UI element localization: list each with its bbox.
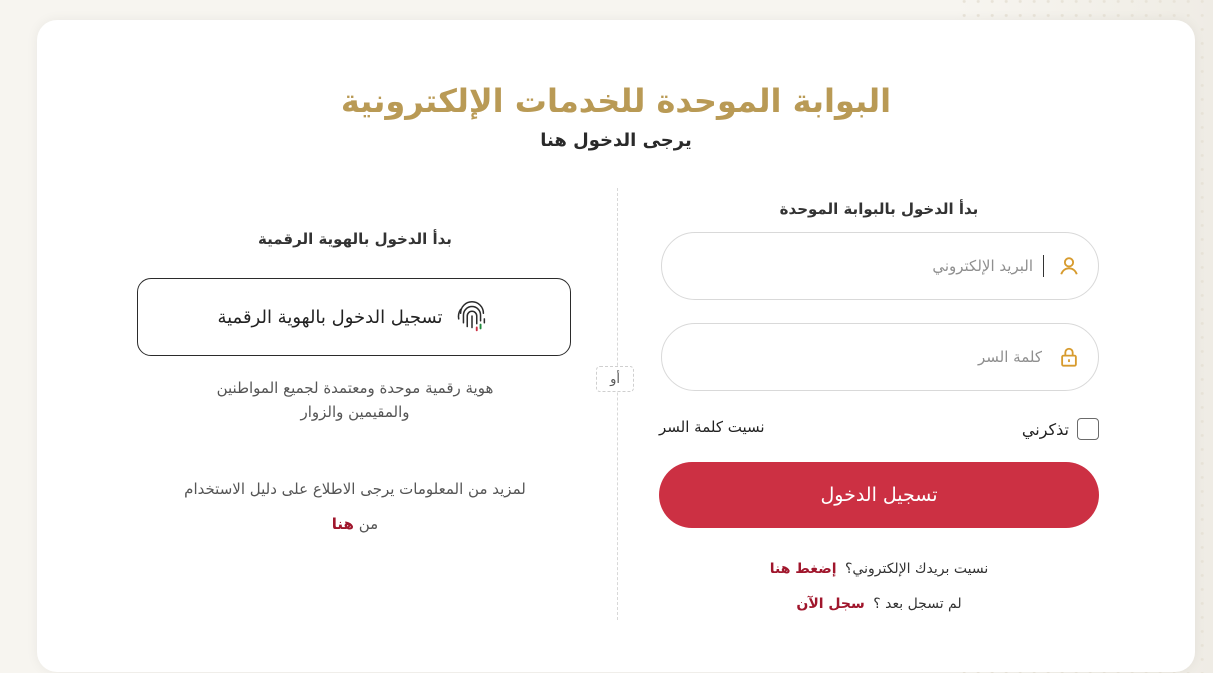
remember-label: تذكرني xyxy=(1021,419,1069,439)
digital-id-description: هوية رقمية موحدة ومعتمدة لجميع المواطنين… xyxy=(135,376,575,424)
forgot-email-line: نسيت بريدك الإلكتروني؟ إضغط هنا xyxy=(659,561,1099,577)
forgot-password-link[interactable]: نسيت كلمة السر xyxy=(659,418,765,436)
forgot-email-link[interactable]: إضغط هنا xyxy=(770,561,837,577)
guide-link-line: من هنا xyxy=(135,515,575,533)
guide-here-link[interactable]: هنا xyxy=(332,515,354,533)
text-cursor xyxy=(1043,255,1044,277)
register-link[interactable]: سجل الآن xyxy=(796,596,864,612)
remember-row: تذكرني نسيت كلمة السر xyxy=(659,418,1099,444)
password-input[interactable] xyxy=(700,347,1044,367)
or-separator: أو xyxy=(596,366,634,392)
description-line-2: والمقيمين والزوار xyxy=(300,403,410,421)
register-line: لم تسجل بعد ؟ سجل الآن xyxy=(659,596,1099,612)
user-icon xyxy=(1060,257,1078,275)
email-field[interactable] xyxy=(661,232,1099,300)
page-subtitle: يرجى الدخول هنا xyxy=(540,130,692,151)
portal-login-section: بدأ الدخول بالبوابة الموحدة تذكرني نسيت … xyxy=(659,200,1099,612)
digital-id-section: بدأ الدخول بالهوية الرقمية تسجيل الدخول … xyxy=(135,230,575,533)
login-button[interactable]: تسجيل الدخول xyxy=(659,462,1099,528)
not-registered-text: لم تسجل بعد ؟ xyxy=(873,596,962,612)
column-divider xyxy=(617,188,618,620)
remember-checkbox[interactable] xyxy=(1077,418,1099,440)
remember-me[interactable]: تذكرني xyxy=(1022,418,1099,440)
from-text: من xyxy=(358,515,379,533)
email-input[interactable] xyxy=(691,256,1035,276)
forgot-email-text: نسيت بريدك الإلكتروني؟ xyxy=(844,561,989,577)
fingerprint-icon xyxy=(457,301,485,332)
description-line-1: هوية رقمية موحدة ومعتمدة لجميع المواطنين xyxy=(216,379,494,397)
more-info-text: لمزيد من المعلومات يرجى الاطلاع على دليل… xyxy=(184,480,526,498)
lock-icon xyxy=(1061,347,1077,367)
portal-login-heading: بدأ الدخول بالبوابة الموحدة xyxy=(779,200,979,218)
login-card: البوابة الموحدة للخدمات الإلكترونية يرجى… xyxy=(37,20,1195,672)
digital-id-heading: بدأ الدخول بالهوية الرقمية xyxy=(258,230,452,248)
password-field[interactable] xyxy=(661,323,1099,391)
digital-id-login-button[interactable]: تسجيل الدخول بالهوية الرقمية xyxy=(137,278,571,356)
digital-id-button-label: تسجيل الدخول بالهوية الرقمية xyxy=(217,306,443,328)
page-title: البوابة الموحدة للخدمات الإلكترونية xyxy=(340,82,892,120)
